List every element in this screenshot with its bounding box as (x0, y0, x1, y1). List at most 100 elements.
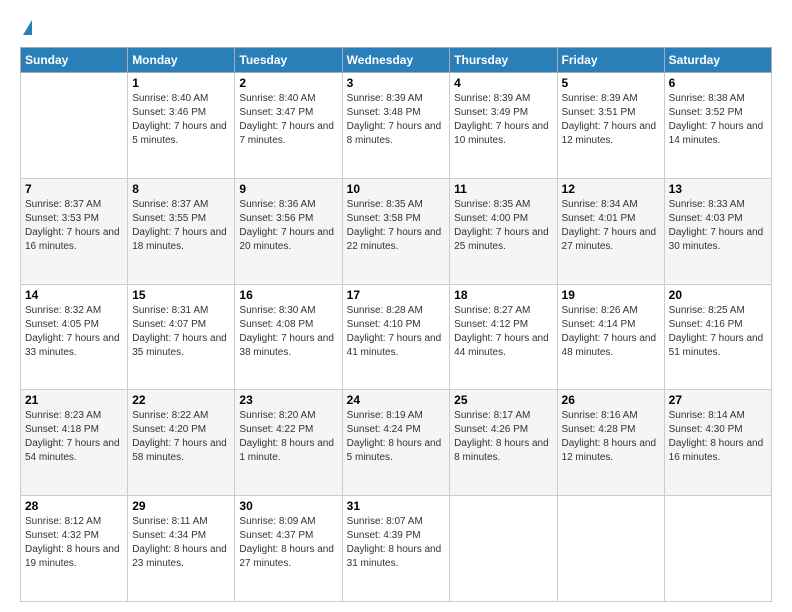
calendar-cell: 19 Sunrise: 8:26 AM Sunset: 4:14 PM Dayli… (557, 284, 664, 390)
day-number: 16 (239, 288, 337, 302)
day-number: 9 (239, 182, 337, 196)
day-detail: Sunrise: 8:25 AM Sunset: 4:16 PM Dayligh… (669, 304, 767, 360)
day-number: 31 (347, 499, 446, 513)
calendar-cell: 28 Sunrise: 8:12 AM Sunset: 4:32 PM Dayli… (21, 496, 128, 602)
calendar-cell: 18 Sunrise: 8:27 AM Sunset: 4:12 PM Dayli… (450, 284, 557, 390)
day-detail: Sunrise: 8:22 AM Sunset: 4:20 PM Dayligh… (132, 409, 230, 465)
day-number: 2 (239, 76, 337, 90)
calendar-cell: 27 Sunrise: 8:14 AM Sunset: 4:30 PM Dayli… (664, 390, 771, 496)
day-detail: Sunrise: 8:07 AM Sunset: 4:39 PM Dayligh… (347, 515, 446, 571)
calendar-cell: 12 Sunrise: 8:34 AM Sunset: 4:01 PM Dayli… (557, 178, 664, 284)
day-detail: Sunrise: 8:26 AM Sunset: 4:14 PM Dayligh… (562, 304, 660, 360)
day-number: 23 (239, 393, 337, 407)
day-detail: Sunrise: 8:30 AM Sunset: 4:08 PM Dayligh… (239, 304, 337, 360)
day-detail: Sunrise: 8:11 AM Sunset: 4:34 PM Dayligh… (132, 515, 230, 571)
day-number: 17 (347, 288, 446, 302)
calendar-cell: 5 Sunrise: 8:39 AM Sunset: 3:51 PM Daylig… (557, 73, 664, 179)
day-number: 10 (347, 182, 446, 196)
calendar-cell: 20Sunrise: 8:25 AM Sunset: 4:16 PM Dayli… (664, 284, 771, 390)
day-number: 8 (132, 182, 230, 196)
week-row-1: 1Sunrise: 8:40 AM Sunset: 3:46 PM Daylig… (21, 73, 772, 179)
day-detail: Sunrise: 8:33 AM Sunset: 4:03 PM Dayligh… (669, 198, 767, 254)
weekday-header-wednesday: Wednesday (342, 48, 450, 73)
calendar-cell: 1Sunrise: 8:40 AM Sunset: 3:46 PM Daylig… (128, 73, 235, 179)
weekday-header-saturday: Saturday (664, 48, 771, 73)
day-detail: Sunrise: 8:36 AM Sunset: 3:56 PM Dayligh… (239, 198, 337, 254)
week-row-2: 7 Sunrise: 8:37 AM Sunset: 3:53 PM Daylig… (21, 178, 772, 284)
day-detail: Sunrise: 8:32 AM Sunset: 4:05 PM Dayligh… (25, 304, 123, 360)
day-number: 30 (239, 499, 337, 513)
day-detail: Sunrise: 8:31 AM Sunset: 4:07 PM Dayligh… (132, 304, 230, 360)
calendar-cell: 14 Sunrise: 8:32 AM Sunset: 4:05 PM Dayli… (21, 284, 128, 390)
calendar-cell: 3 Sunrise: 8:39 AM Sunset: 3:48 PM Daylig… (342, 73, 450, 179)
header (20, 20, 772, 35)
day-number: 25 (454, 393, 552, 407)
calendar-cell: 21Sunrise: 8:23 AM Sunset: 4:18 PM Dayli… (21, 390, 128, 496)
week-row-4: 21Sunrise: 8:23 AM Sunset: 4:18 PM Dayli… (21, 390, 772, 496)
day-number: 1 (132, 76, 230, 90)
weekday-header-row: SundayMondayTuesdayWednesdayThursdayFrid… (21, 48, 772, 73)
day-detail: Sunrise: 8:39 AM Sunset: 3:49 PM Dayligh… (454, 92, 552, 148)
day-number: 7 (25, 182, 123, 196)
day-detail: Sunrise: 8:39 AM Sunset: 3:48 PM Dayligh… (347, 92, 446, 148)
calendar-cell: 6 Sunrise: 8:38 AM Sunset: 3:52 PM Daylig… (664, 73, 771, 179)
day-detail: Sunrise: 8:37 AM Sunset: 3:53 PM Dayligh… (25, 198, 123, 254)
day-number: 18 (454, 288, 552, 302)
day-detail: Sunrise: 8:17 AM Sunset: 4:26 PM Dayligh… (454, 409, 552, 465)
calendar-cell (450, 496, 557, 602)
weekday-header-sunday: Sunday (21, 48, 128, 73)
week-row-5: 28 Sunrise: 8:12 AM Sunset: 4:32 PM Dayli… (21, 496, 772, 602)
week-row-3: 14 Sunrise: 8:32 AM Sunset: 4:05 PM Dayli… (21, 284, 772, 390)
day-number: 12 (562, 182, 660, 196)
calendar-cell: 22 Sunrise: 8:22 AM Sunset: 4:20 PM Dayli… (128, 390, 235, 496)
day-detail: Sunrise: 8:14 AM Sunset: 4:30 PM Dayligh… (669, 409, 767, 465)
calendar-table: SundayMondayTuesdayWednesdayThursdayFrid… (20, 47, 772, 602)
calendar-cell: 29Sunrise: 8:11 AM Sunset: 4:34 PM Dayli… (128, 496, 235, 602)
calendar-cell (21, 73, 128, 179)
calendar-cell: 16 Sunrise: 8:30 AM Sunset: 4:08 PM Dayli… (235, 284, 342, 390)
day-detail: Sunrise: 8:12 AM Sunset: 4:32 PM Dayligh… (25, 515, 123, 571)
day-number: 15 (132, 288, 230, 302)
day-number: 11 (454, 182, 552, 196)
day-number: 13 (669, 182, 767, 196)
day-number: 19 (562, 288, 660, 302)
weekday-header-friday: Friday (557, 48, 664, 73)
day-number: 4 (454, 76, 552, 90)
day-number: 6 (669, 76, 767, 90)
day-detail: Sunrise: 8:39 AM Sunset: 3:51 PM Dayligh… (562, 92, 660, 148)
calendar-cell: 13 Sunrise: 8:33 AM Sunset: 4:03 PM Dayli… (664, 178, 771, 284)
day-detail: Sunrise: 8:09 AM Sunset: 4:37 PM Dayligh… (239, 515, 337, 571)
day-detail: Sunrise: 8:23 AM Sunset: 4:18 PM Dayligh… (25, 409, 123, 465)
calendar-cell: 25 Sunrise: 8:17 AM Sunset: 4:26 PM Dayli… (450, 390, 557, 496)
calendar-cell: 31 Sunrise: 8:07 AM Sunset: 4:39 PM Dayli… (342, 496, 450, 602)
calendar-cell: 23 Sunrise: 8:20 AM Sunset: 4:22 PM Dayli… (235, 390, 342, 496)
calendar-cell: 26Sunrise: 8:16 AM Sunset: 4:28 PM Dayli… (557, 390, 664, 496)
calendar-cell: 11Sunrise: 8:35 AM Sunset: 4:00 PM Dayli… (450, 178, 557, 284)
calendar-cell: 10Sunrise: 8:35 AM Sunset: 3:58 PM Dayli… (342, 178, 450, 284)
day-number: 3 (347, 76, 446, 90)
day-detail: Sunrise: 8:40 AM Sunset: 3:47 PM Dayligh… (239, 92, 337, 148)
calendar-cell: 7 Sunrise: 8:37 AM Sunset: 3:53 PM Daylig… (21, 178, 128, 284)
day-number: 22 (132, 393, 230, 407)
day-detail: Sunrise: 8:34 AM Sunset: 4:01 PM Dayligh… (562, 198, 660, 254)
weekday-header-thursday: Thursday (450, 48, 557, 73)
day-detail: Sunrise: 8:37 AM Sunset: 3:55 PM Dayligh… (132, 198, 230, 254)
day-number: 27 (669, 393, 767, 407)
day-number: 5 (562, 76, 660, 90)
day-detail: Sunrise: 8:27 AM Sunset: 4:12 PM Dayligh… (454, 304, 552, 360)
weekday-header-tuesday: Tuesday (235, 48, 342, 73)
page: SundayMondayTuesdayWednesdayThursdayFrid… (0, 0, 792, 612)
day-detail: Sunrise: 8:38 AM Sunset: 3:52 PM Dayligh… (669, 92, 767, 148)
day-number: 14 (25, 288, 123, 302)
day-number: 28 (25, 499, 123, 513)
calendar-cell: 9 Sunrise: 8:36 AM Sunset: 3:56 PM Daylig… (235, 178, 342, 284)
day-number: 24 (347, 393, 446, 407)
calendar-cell: 24Sunrise: 8:19 AM Sunset: 4:24 PM Dayli… (342, 390, 450, 496)
calendar-cell (664, 496, 771, 602)
day-detail: Sunrise: 8:16 AM Sunset: 4:28 PM Dayligh… (562, 409, 660, 465)
weekday-header-monday: Monday (128, 48, 235, 73)
day-detail: Sunrise: 8:20 AM Sunset: 4:22 PM Dayligh… (239, 409, 337, 465)
calendar-cell: 15 Sunrise: 8:31 AM Sunset: 4:07 PM Dayli… (128, 284, 235, 390)
calendar-cell: 4 Sunrise: 8:39 AM Sunset: 3:49 PM Daylig… (450, 73, 557, 179)
logo-triangle-icon (23, 20, 32, 35)
